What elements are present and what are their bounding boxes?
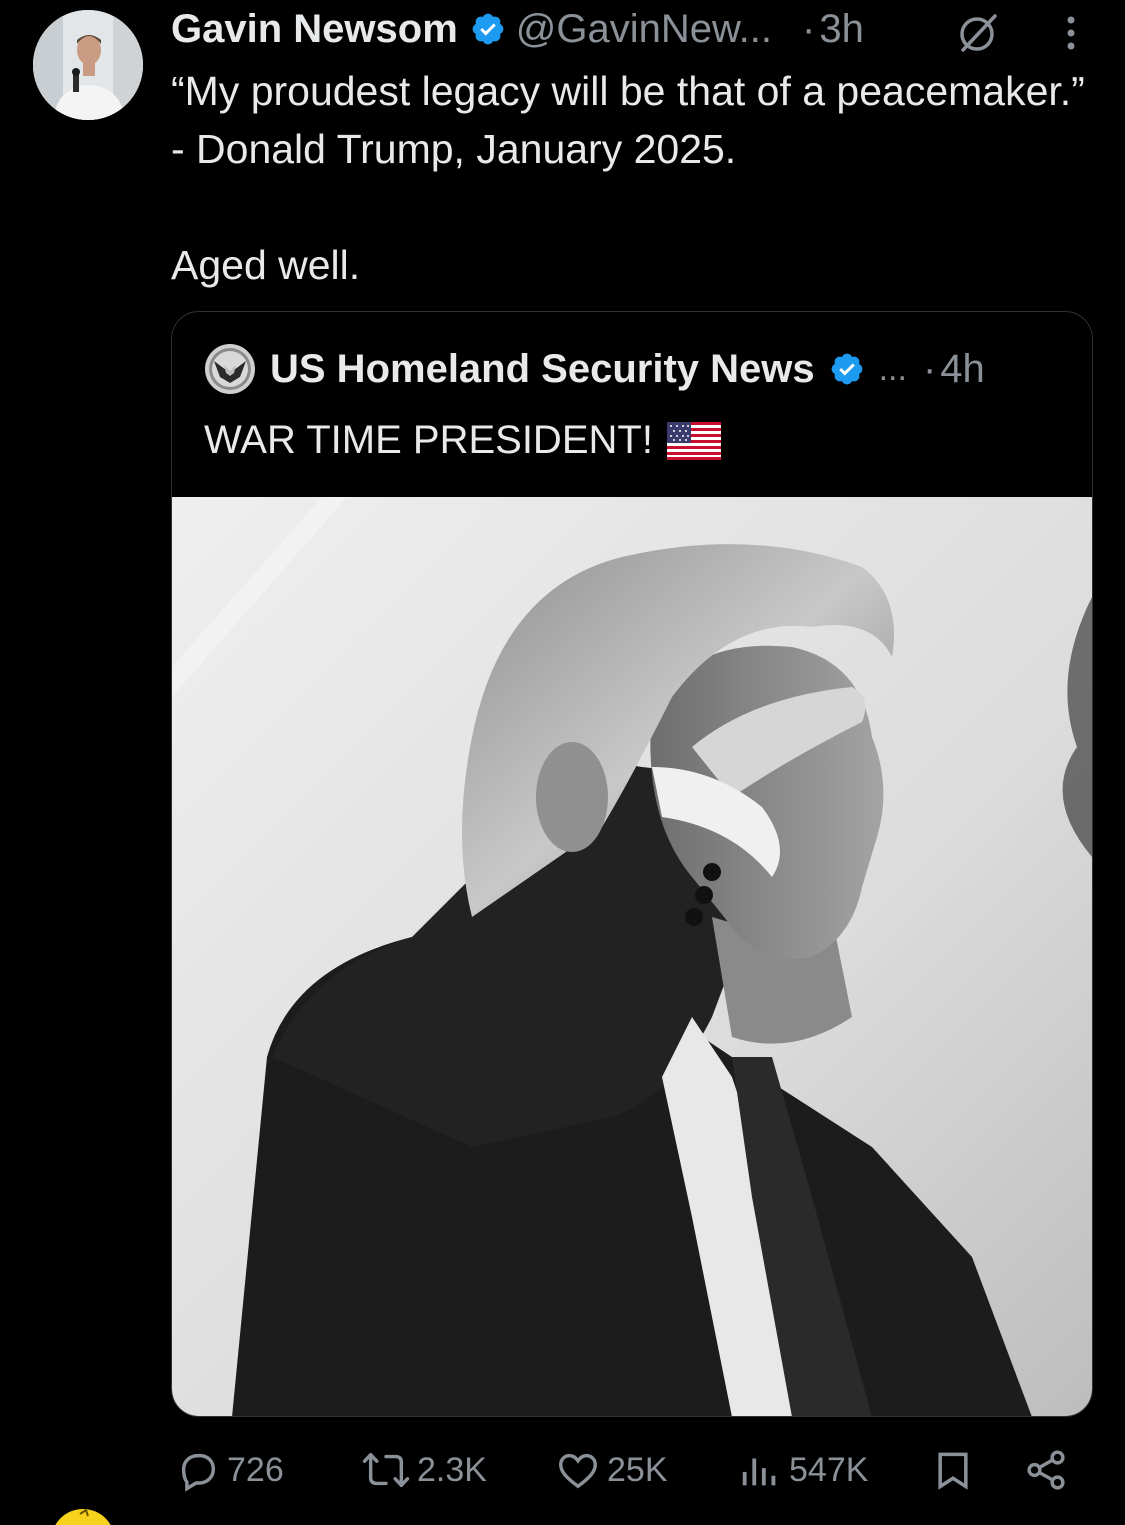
like-button[interactable]: 25K xyxy=(555,1440,668,1500)
tweet-time[interactable]: 3h xyxy=(819,7,864,52)
quoted-author-avatar[interactable] xyxy=(204,343,256,395)
quoted-tweet-card[interactable]: US Homeland Security News ... · 4h WAR T… xyxy=(171,311,1093,1417)
quoted-handle-truncated: ... xyxy=(878,349,907,388)
quoted-author-name[interactable]: US Homeland Security News xyxy=(270,347,815,392)
tweet-text: “My proudest legacy will be that of a pe… xyxy=(171,68,1085,288)
more-vertical-icon[interactable] xyxy=(1060,12,1082,54)
share-icon xyxy=(1027,1450,1065,1490)
author-name[interactable]: Gavin Newsom xyxy=(171,7,458,52)
shield-eagle-logo-icon xyxy=(205,344,255,394)
repost-count: 2.3K xyxy=(417,1450,487,1489)
views-button[interactable]: 547K xyxy=(737,1440,868,1500)
verified-badge-icon xyxy=(831,353,862,385)
time-separator: · xyxy=(922,346,937,391)
quoted-tweet-header: US Homeland Security News ... · 4h xyxy=(204,344,985,394)
reply-button[interactable]: 726 xyxy=(175,1440,284,1500)
reply-icon xyxy=(181,1453,216,1492)
partial-emoji-icon xyxy=(50,1508,116,1525)
time-separator: · xyxy=(802,6,816,51)
quoted-tweet-text: WAR TIME PRESIDENT! xyxy=(204,418,653,462)
bookmark-icon xyxy=(938,1452,968,1490)
author-handle[interactable]: @GavinNew... xyxy=(516,7,772,52)
views-count: 547K xyxy=(789,1450,869,1489)
photo-salute[interactable] xyxy=(172,497,1092,1417)
tweet-header: Gavin Newsom @GavinNew... · 3h xyxy=(171,4,864,54)
views-chart-icon xyxy=(742,1458,776,1486)
us-flag-icon xyxy=(666,421,721,460)
like-count: 25K xyxy=(607,1450,668,1489)
tweet-screen: Gavin Newsom @GavinNew... · 3h “My proud… xyxy=(0,0,1125,1525)
reply-count: 726 xyxy=(227,1450,284,1489)
repost-icon xyxy=(362,1452,410,1488)
share-button[interactable] xyxy=(1023,1440,1069,1500)
grok-icon[interactable] xyxy=(955,10,1001,56)
verified-badge-icon xyxy=(472,13,504,45)
quoted-tweet-time: 4h xyxy=(940,346,985,391)
repost-button[interactable]: 2.3K xyxy=(361,1440,487,1500)
tweet-actions-bar: 726 2.3K 25K 547K xyxy=(171,1440,1091,1500)
heart-icon xyxy=(559,1453,597,1489)
bookmark-button[interactable] xyxy=(931,1440,975,1500)
quoted-tweet-text-row: WAR TIME PRESIDENT! xyxy=(204,418,721,463)
author-avatar[interactable] xyxy=(33,10,143,120)
avatar-photo-icon xyxy=(33,10,143,120)
